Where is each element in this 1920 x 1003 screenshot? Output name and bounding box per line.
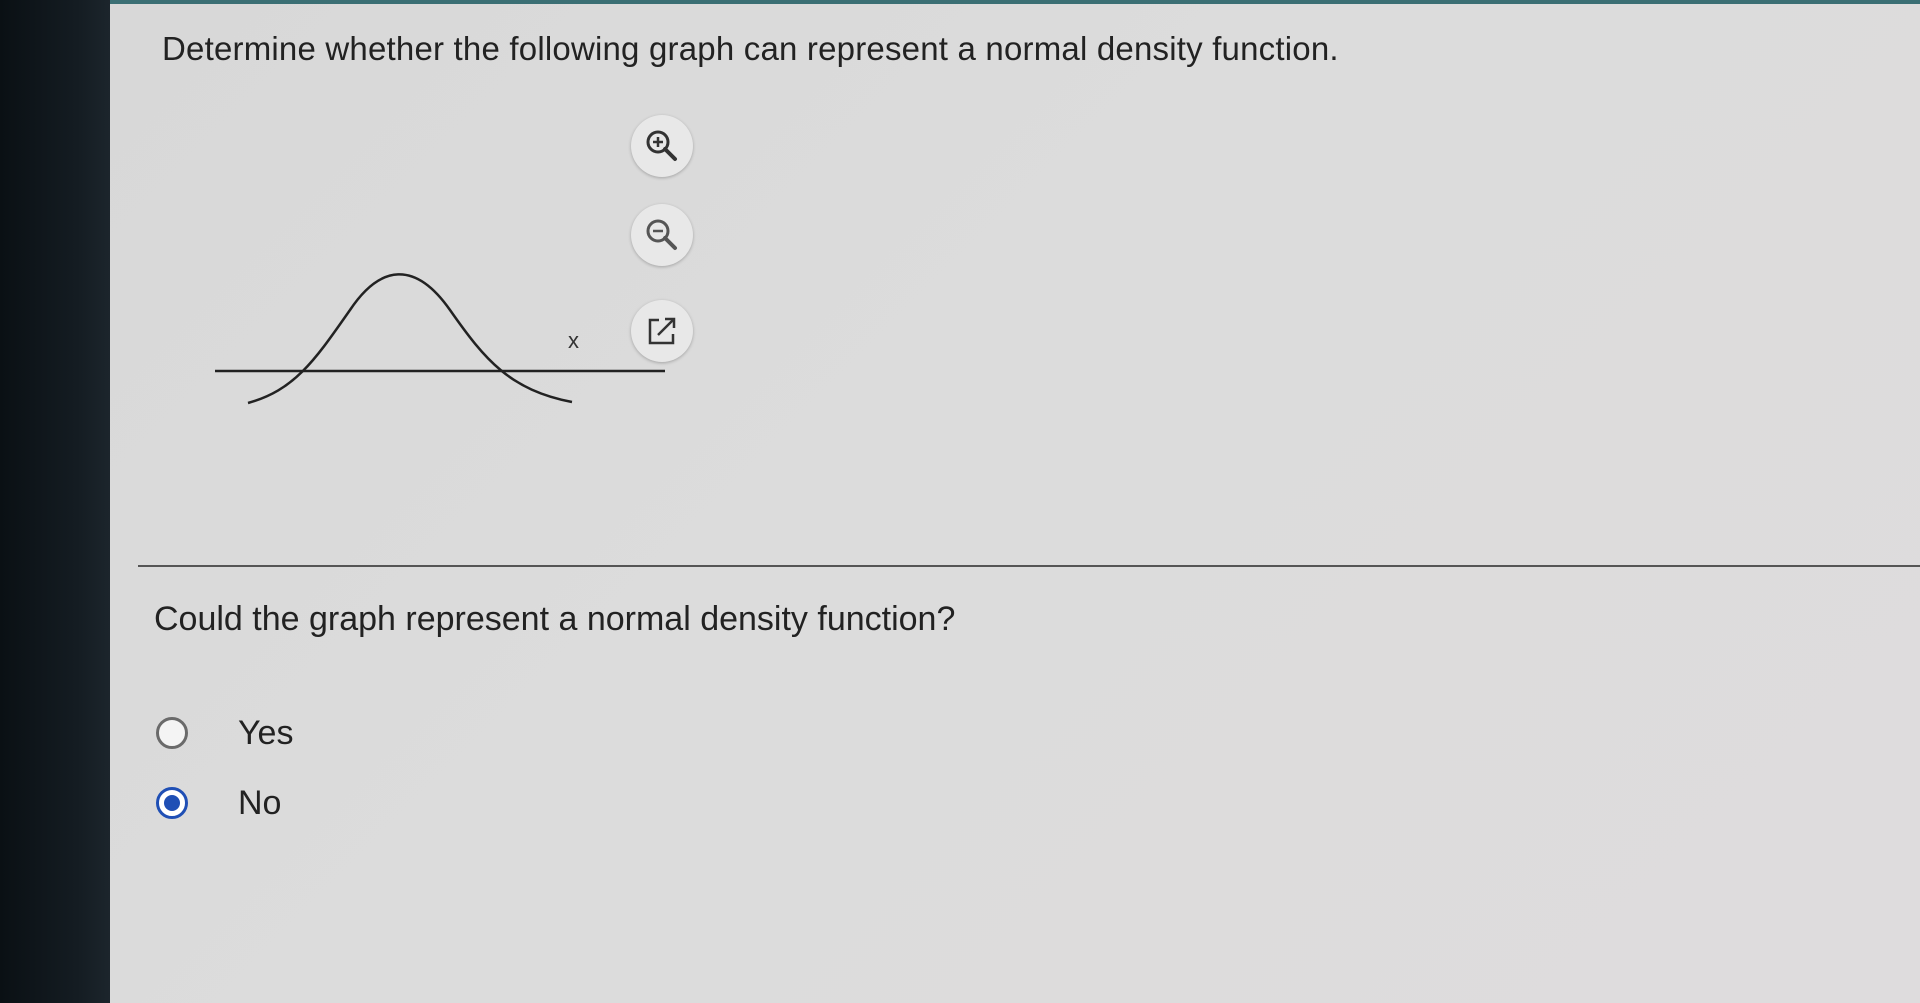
question-panel: Determine whether the following graph ca… <box>110 0 1920 1003</box>
option-yes[interactable]: Yes <box>156 711 293 755</box>
density-graph <box>200 250 700 420</box>
x-axis-label: x <box>568 328 579 353</box>
zoom-out-button[interactable] <box>631 204 693 266</box>
prompt-text: Could the graph represent a normal densi… <box>154 600 956 638</box>
option-no-label: No <box>238 783 282 822</box>
option-no[interactable]: No <box>156 781 281 825</box>
radio-no[interactable] <box>156 787 188 819</box>
top-strip <box>110 0 1920 4</box>
monitor-bezel <box>0 0 110 1003</box>
section-divider <box>138 565 1920 567</box>
curve <box>247 273 573 405</box>
external-link-icon <box>648 317 676 345</box>
zoom-in-icon <box>646 130 677 161</box>
option-yes-label: Yes <box>238 713 294 752</box>
popout-button[interactable] <box>631 300 693 362</box>
question-text: Determine whether the following graph ca… <box>162 30 1339 67</box>
zoom-out-icon <box>646 219 677 250</box>
radio-selected-dot <box>164 795 180 811</box>
density-graph-svg <box>215 273 665 405</box>
zoom-in-button[interactable] <box>631 115 693 177</box>
radio-yes[interactable] <box>156 717 188 749</box>
